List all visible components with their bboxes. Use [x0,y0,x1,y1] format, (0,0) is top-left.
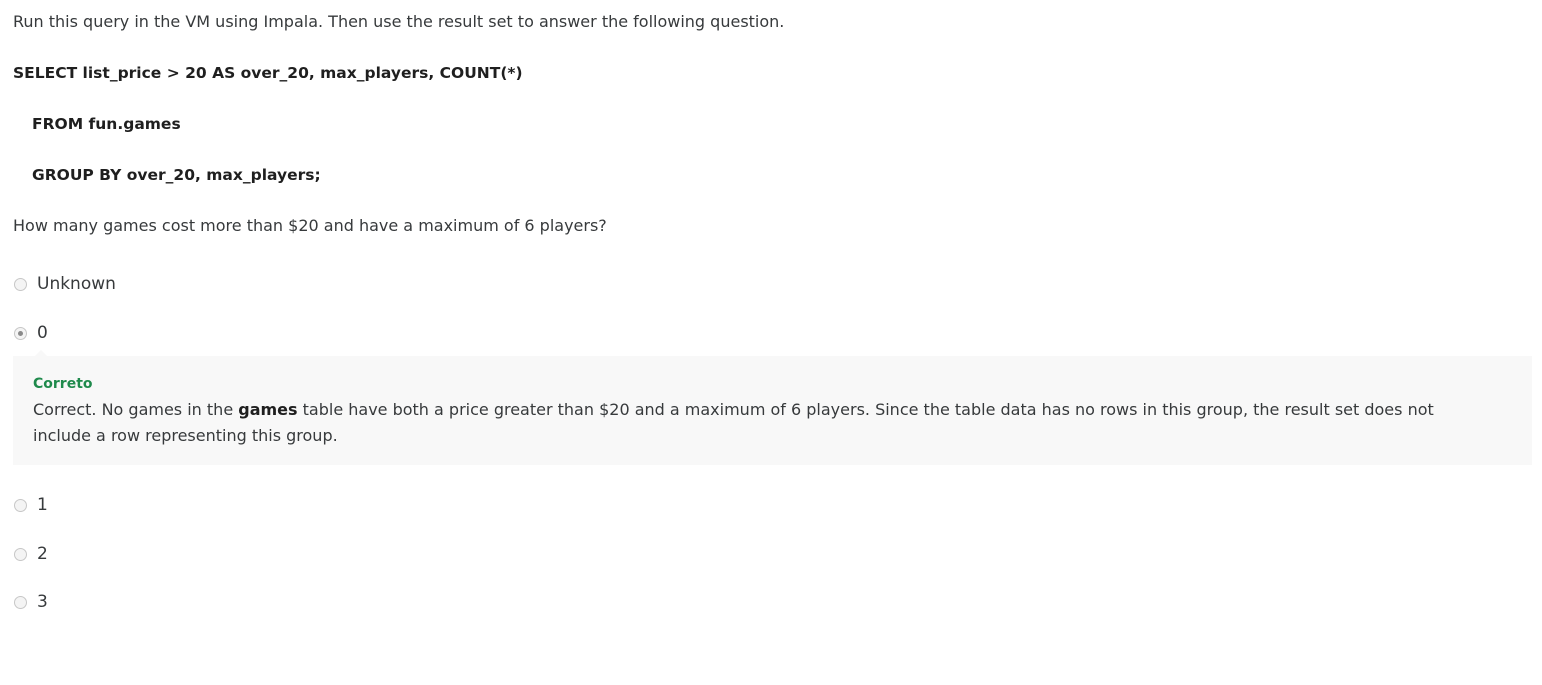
sql-line-from: FROM fun.games [32,115,181,133]
radio-button[interactable] [14,547,27,561]
answer-option-label: 1 [37,495,48,515]
radio-button[interactable] [14,277,27,291]
answer-option-unknown[interactable]: Unknown [13,272,116,296]
answer-option-2[interactable]: 2 [13,542,48,566]
answer-option-1[interactable]: 1 [13,493,48,517]
feedback-text-bold: games [238,400,298,419]
radio-button[interactable] [14,595,27,609]
feedback-text-part: Correct. No games in the [33,400,239,419]
answer-option-label: 3 [37,592,48,612]
question-text: How many games cost more than $20 and ha… [13,216,607,235]
feedback-text: Correct. No games in the games table hav… [33,397,1473,449]
answer-option-label: 0 [37,323,48,343]
feedback-title: Correto [33,376,93,392]
answer-option-label: 2 [37,544,48,564]
sql-line-group-by: GROUP BY over_20, max_players; [32,166,321,184]
answer-option-3[interactable]: 3 [13,590,48,614]
answer-option-0[interactable]: 0 [13,321,48,345]
radio-button-selected[interactable] [14,326,27,340]
radio-button[interactable] [14,498,27,512]
question-intro: Run this query in the VM using Impala. T… [13,12,785,31]
quiz-page: Run this query in the VM using Impala. T… [0,0,1542,685]
answer-option-label: Unknown [37,274,116,294]
sql-line-select: SELECT list_price > 20 AS over_20, max_p… [13,64,523,82]
answer-feedback: Correto Correct. No games in the games t… [13,350,1532,465]
